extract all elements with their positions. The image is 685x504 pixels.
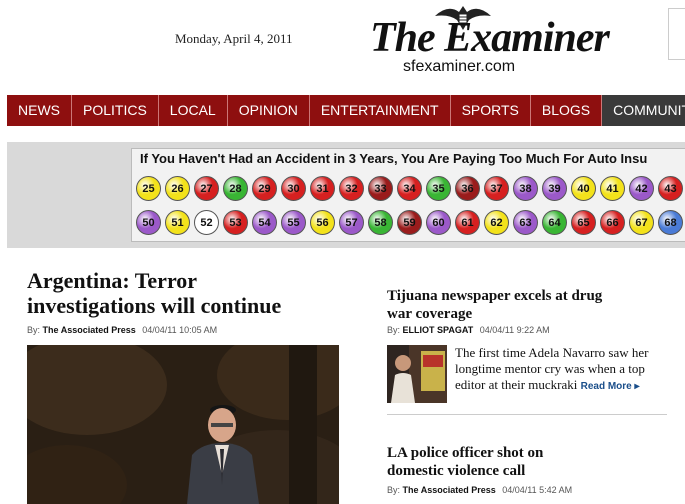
nav-item-blogs[interactable]: BLOGS: [531, 95, 603, 126]
lottery-ball[interactable]: 42: [629, 176, 654, 201]
date-label: Monday, April 4, 2011: [175, 31, 293, 46]
lottery-ball[interactable]: 43: [658, 176, 683, 201]
lottery-ball[interactable]: 50: [136, 210, 161, 235]
nav-item-opinion[interactable]: OPINION: [228, 95, 310, 126]
byline-timestamp: 04/04/11 10:05 AM: [142, 325, 218, 335]
story2-headline-line-2: war coverage: [387, 306, 473, 322]
main-story-headline[interactable]: Argentina: Terror investigations will co…: [27, 268, 281, 318]
byline-author[interactable]: The Associated Press: [403, 485, 496, 495]
lottery-ball[interactable]: 53: [223, 210, 248, 235]
lottery-ball[interactable]: 54: [252, 210, 277, 235]
byline-timestamp: 04/04/11 9:22 AM: [479, 325, 550, 335]
site-logo[interactable]: The Examiner sfexaminer.com: [348, 0, 648, 80]
lottery-ball[interactable]: 61: [455, 210, 480, 235]
lottery-ball[interactable]: 30: [281, 176, 306, 201]
story3-headline-line-1: LA police officer shot on: [387, 445, 544, 461]
lottery-ball[interactable]: 66: [600, 210, 625, 235]
lottery-ball[interactable]: 26: [165, 176, 190, 201]
byline-label: By:: [387, 325, 401, 335]
lottery-ball[interactable]: 27: [194, 176, 219, 201]
story3-headline[interactable]: LA police officer shot on domestic viole…: [387, 444, 543, 480]
lottery-ball[interactable]: 37: [484, 176, 509, 201]
ad-headline: If You Haven't Had an Accident in 3 Year…: [140, 151, 648, 166]
byline-label: By:: [27, 325, 41, 335]
header-side-box: [668, 8, 685, 60]
byline-label: By:: [387, 485, 401, 495]
main-nav: NEWS POLITICS LOCAL OPINION ENTERTAINMEN…: [7, 95, 685, 126]
story2-thumbnail[interactable]: [387, 345, 447, 403]
lottery-ball[interactable]: 59: [397, 210, 422, 235]
ad-ball-row-1: 25 26 27 28 29 30 31 32 33 34 35 36 37 38 39 40 41 42 43: [136, 176, 683, 201]
lottery-ball[interactable]: 31: [310, 176, 335, 201]
ad-ball-row-2: 50 51 52 53 54 55 56 57 58 59 60 61 62 63 64 65 66 67 68: [136, 210, 683, 235]
lottery-ball[interactable]: 63: [513, 210, 538, 235]
byline-author[interactable]: ELLIOT SPAGAT: [403, 325, 474, 335]
lottery-ball[interactable]: 28: [223, 176, 248, 201]
read-more-link[interactable]: Read More ▸: [581, 381, 640, 392]
nav-item-sports[interactable]: SPORTS: [451, 95, 531, 126]
nav-item-politics[interactable]: POLITICS: [72, 95, 159, 126]
lottery-ball[interactable]: 58: [368, 210, 393, 235]
lottery-ball[interactable]: 68: [658, 210, 683, 235]
lottery-ball[interactable]: 64: [542, 210, 567, 235]
lottery-ball[interactable]: 60: [426, 210, 451, 235]
story3-byline: By: The Associated Press 04/04/11 5:42 A…: [387, 485, 572, 495]
lottery-ball[interactable]: 25: [136, 176, 161, 201]
lottery-ball[interactable]: 62: [484, 210, 509, 235]
story2-headline-line-1: Tijuana newspaper excels at drug: [387, 288, 603, 304]
main-story-byline: By: The Associated Press 04/04/11 10:05 …: [27, 325, 217, 335]
nav-item-community[interactable]: COMMUNITY: [602, 95, 685, 126]
lottery-ball[interactable]: 57: [339, 210, 364, 235]
lottery-ball[interactable]: 38: [513, 176, 538, 201]
lottery-ball[interactable]: 41: [600, 176, 625, 201]
nav-item-local[interactable]: LOCAL: [159, 95, 228, 126]
story3-headline-line-2: domestic violence call: [387, 463, 526, 479]
main-story-photo-art: [27, 345, 339, 504]
lottery-ball[interactable]: 51: [165, 210, 190, 235]
main-story-photo[interactable]: [27, 345, 339, 504]
nav-item-news[interactable]: NEWS: [7, 95, 72, 126]
lottery-ball[interactable]: 32: [339, 176, 364, 201]
lottery-ball[interactable]: 67: [629, 210, 654, 235]
lottery-ball[interactable]: 55: [281, 210, 306, 235]
lottery-ball[interactable]: 33: [368, 176, 393, 201]
lottery-ball[interactable]: 36: [455, 176, 480, 201]
story-divider: [387, 414, 667, 415]
lottery-ball[interactable]: 29: [252, 176, 277, 201]
ad-container: If You Haven't Had an Accident in 3 Year…: [7, 142, 685, 248]
lottery-ball[interactable]: 65: [571, 210, 596, 235]
story2-thumbnail-art: [387, 345, 447, 403]
lottery-ball[interactable]: 39: [542, 176, 567, 201]
byline-author[interactable]: The Associated Press: [43, 325, 136, 335]
lottery-ball[interactable]: 56: [310, 210, 335, 235]
byline-timestamp: 04/04/11 5:42 AM: [502, 485, 573, 495]
lottery-ball[interactable]: 35: [426, 176, 451, 201]
nav-item-entertainment[interactable]: ENTERTAINMENT: [310, 95, 451, 126]
logo-url: sfexaminer.com: [403, 58, 516, 75]
lottery-ball[interactable]: 34: [397, 176, 422, 201]
main-story-headline-line-2: investigations will continue: [27, 293, 282, 318]
story2-headline[interactable]: Tijuana newspaper excels at drug war cov…: [387, 287, 602, 323]
story2-teaser: The first time Adela Navarro saw her lon…: [455, 345, 670, 395]
logo-title: The Examiner: [370, 15, 610, 61]
lottery-ball[interactable]: 40: [571, 176, 596, 201]
story2-byline: By: ELLIOT SPAGAT 04/04/11 9:22 AM: [387, 325, 550, 335]
lottery-ball[interactable]: 52: [194, 210, 219, 235]
ad-banner[interactable]: If You Haven't Had an Accident in 3 Year…: [131, 148, 685, 242]
main-story-headline-line-1: Argentina: Terror: [27, 268, 198, 293]
